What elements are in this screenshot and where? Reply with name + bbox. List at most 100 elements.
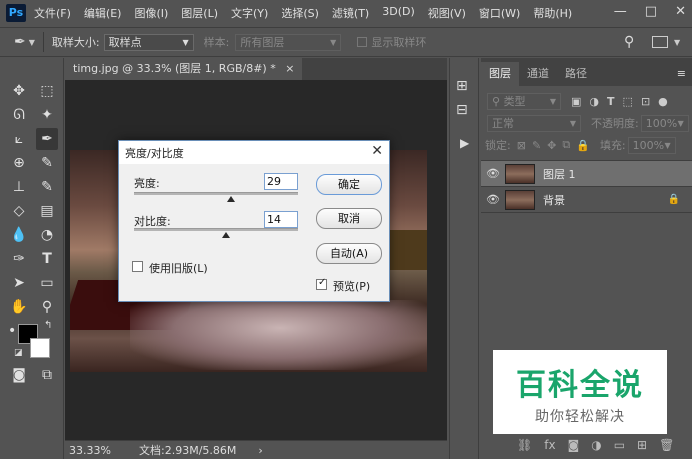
background-color-swatch[interactable]: [30, 338, 50, 358]
layer-filter-select[interactable]: ⚲ 类型 ▼: [487, 92, 561, 110]
panel-menu-icon[interactable]: ≡: [677, 67, 686, 80]
actions-play-icon[interactable]: ▶: [460, 136, 469, 150]
filter-pixel-icon[interactable]: ▣: [571, 95, 581, 108]
visibility-eye-icon[interactable]: 👁: [481, 193, 505, 206]
default-colors-icon[interactable]: ◪: [14, 348, 23, 358]
preview-checkbox[interactable]: [316, 277, 327, 290]
blur-tool-icon[interactable]: 💧: [8, 224, 30, 246]
dialog-titlebar[interactable]: 亮度/对比度 ✕: [119, 141, 389, 164]
contrast-input[interactable]: 14: [264, 211, 298, 228]
new-layer-icon[interactable]: ⊞: [637, 438, 647, 452]
type-tool-icon[interactable]: T: [36, 248, 58, 270]
layer-row[interactable]: 👁 背景 🔒: [481, 187, 692, 213]
workspace-icon[interactable]: [652, 36, 668, 48]
brightness-slider-track[interactable]: [134, 192, 298, 195]
close-window-button[interactable]: ✕: [675, 4, 686, 19]
hand-tool-icon[interactable]: ✋: [8, 296, 30, 318]
cancel-button[interactable]: 取消: [316, 208, 382, 229]
lock-all-icon[interactable]: 🔒: [576, 139, 590, 152]
tab-layers[interactable]: 图层: [481, 62, 519, 86]
crop-tool-icon[interactable]: ⟀: [8, 128, 30, 150]
workspace-chevron-icon[interactable]: ▼: [674, 38, 680, 47]
filter-smart-object-icon[interactable]: ⊡: [641, 95, 650, 108]
menu-view[interactable]: 视图(V): [428, 5, 466, 21]
lasso-tool-icon[interactable]: ᘏ: [8, 104, 30, 126]
sample-select[interactable]: 所有图层 ▼: [235, 33, 342, 51]
restore-button[interactable]: □: [645, 4, 657, 19]
brightness-input[interactable]: 29: [264, 173, 298, 190]
group-icon[interactable]: ▭: [614, 438, 625, 452]
path-selection-tool-icon[interactable]: ➤: [8, 272, 30, 294]
fill-input[interactable]: 100% ▼: [627, 136, 676, 154]
menu-edit[interactable]: 编辑(E): [84, 5, 122, 21]
brightness-slider-thumb[interactable]: [227, 196, 235, 202]
close-icon[interactable]: ✕: [371, 143, 383, 159]
gradient-tool-icon[interactable]: ▤: [36, 200, 58, 222]
swap-colors-icon[interactable]: ↰: [44, 320, 52, 331]
tool-preset-chevron-icon[interactable]: ▼: [29, 38, 35, 47]
layer-name[interactable]: 图层 1: [543, 166, 576, 182]
menu-file[interactable]: 文件(F): [34, 5, 71, 21]
tab-paths[interactable]: 路径: [557, 62, 595, 86]
marquee-tool-icon[interactable]: ⬚: [36, 80, 58, 102]
filter-adjustment-icon[interactable]: ◑: [589, 95, 599, 108]
close-tab-icon[interactable]: ×: [285, 62, 294, 75]
preview-label[interactable]: 预览(P): [333, 278, 370, 294]
filter-type-icon[interactable]: T: [607, 95, 615, 108]
screen-mode-icon[interactable]: ⧉: [36, 364, 58, 386]
menu-select[interactable]: 选择(S): [281, 5, 319, 21]
rectangle-tool-icon[interactable]: ▭: [36, 272, 58, 294]
quick-mask-icon[interactable]: ◙: [8, 364, 30, 386]
healing-tool-icon[interactable]: ⊕: [8, 152, 30, 174]
tab-channels[interactable]: 通道: [519, 62, 557, 86]
pen-tool-icon[interactable]: ✑: [8, 248, 30, 270]
history-brush-tool-icon[interactable]: ✎: [36, 176, 58, 198]
legacy-checkbox[interactable]: [132, 261, 143, 272]
contrast-slider-track[interactable]: [134, 228, 298, 231]
brush-tool-icon[interactable]: ✎: [36, 152, 58, 174]
menu-image[interactable]: 图像(I): [134, 5, 168, 21]
fx-icon[interactable]: fx: [544, 438, 555, 452]
eyedropper-icon[interactable]: ✒: [14, 34, 26, 50]
search-icon[interactable]: ⚲: [624, 34, 634, 50]
document-tab[interactable]: timg.jpg @ 33.3% (图层 1, RGB/8#) * ×: [65, 58, 303, 80]
filter-shape-icon[interactable]: ⬚: [623, 95, 633, 108]
menu-filter[interactable]: 滤镜(T): [332, 5, 369, 21]
filter-toggle-icon[interactable]: ●: [658, 95, 668, 108]
lock-artboard-icon[interactable]: ⧉: [562, 138, 570, 152]
eyedropper-tool-icon[interactable]: ✒: [36, 128, 58, 150]
legacy-label[interactable]: 使用旧版(L): [149, 260, 208, 276]
ok-button[interactable]: 确定: [316, 174, 382, 195]
properties-panel-icon[interactable]: ⊟: [456, 102, 468, 118]
layer-row[interactable]: 👁 图层 1: [481, 161, 692, 187]
move-tool-icon[interactable]: ✥: [8, 80, 30, 102]
zoom-level[interactable]: 33.33%: [69, 444, 111, 457]
layer-name[interactable]: 背景: [543, 192, 565, 208]
opacity-input[interactable]: 100% ▼: [640, 114, 689, 132]
eraser-tool-icon[interactable]: ◇: [8, 200, 30, 222]
menu-layer[interactable]: 图层(L): [181, 5, 218, 21]
lock-position-icon[interactable]: ✥: [547, 139, 556, 152]
magic-wand-tool-icon[interactable]: ✦: [36, 104, 58, 126]
contrast-slider-thumb[interactable]: [222, 232, 230, 238]
add-mask-icon[interactable]: ◙: [568, 438, 580, 452]
menu-type[interactable]: 文字(Y): [231, 5, 268, 21]
link-layers-icon[interactable]: ⛓: [517, 438, 532, 452]
lock-transparent-icon[interactable]: ⊠: [517, 139, 526, 152]
status-menu-arrow-icon[interactable]: ›: [258, 444, 262, 457]
menu-window[interactable]: 窗口(W): [479, 5, 520, 21]
blend-mode-select[interactable]: 正常 ▼: [487, 114, 581, 132]
menu-3d[interactable]: 3D(D): [382, 5, 415, 21]
dodge-tool-icon[interactable]: ◔: [36, 224, 58, 246]
show-ring-checkbox[interactable]: [357, 37, 368, 47]
zoom-tool-icon[interactable]: ⚲: [36, 296, 58, 318]
auto-button[interactable]: 自动(A): [316, 243, 382, 264]
menu-help[interactable]: 帮助(H): [533, 5, 572, 21]
lock-paint-icon[interactable]: ✎: [532, 139, 541, 152]
trash-icon[interactable]: 🗑: [659, 438, 674, 452]
stamp-tool-icon[interactable]: ⊥: [8, 176, 30, 198]
minimize-button[interactable]: —: [614, 4, 627, 19]
visibility-eye-icon[interactable]: 👁: [481, 167, 505, 180]
sample-size-select[interactable]: 取样点 ▼: [103, 33, 194, 51]
adjustment-layer-icon[interactable]: ◑: [591, 438, 601, 452]
